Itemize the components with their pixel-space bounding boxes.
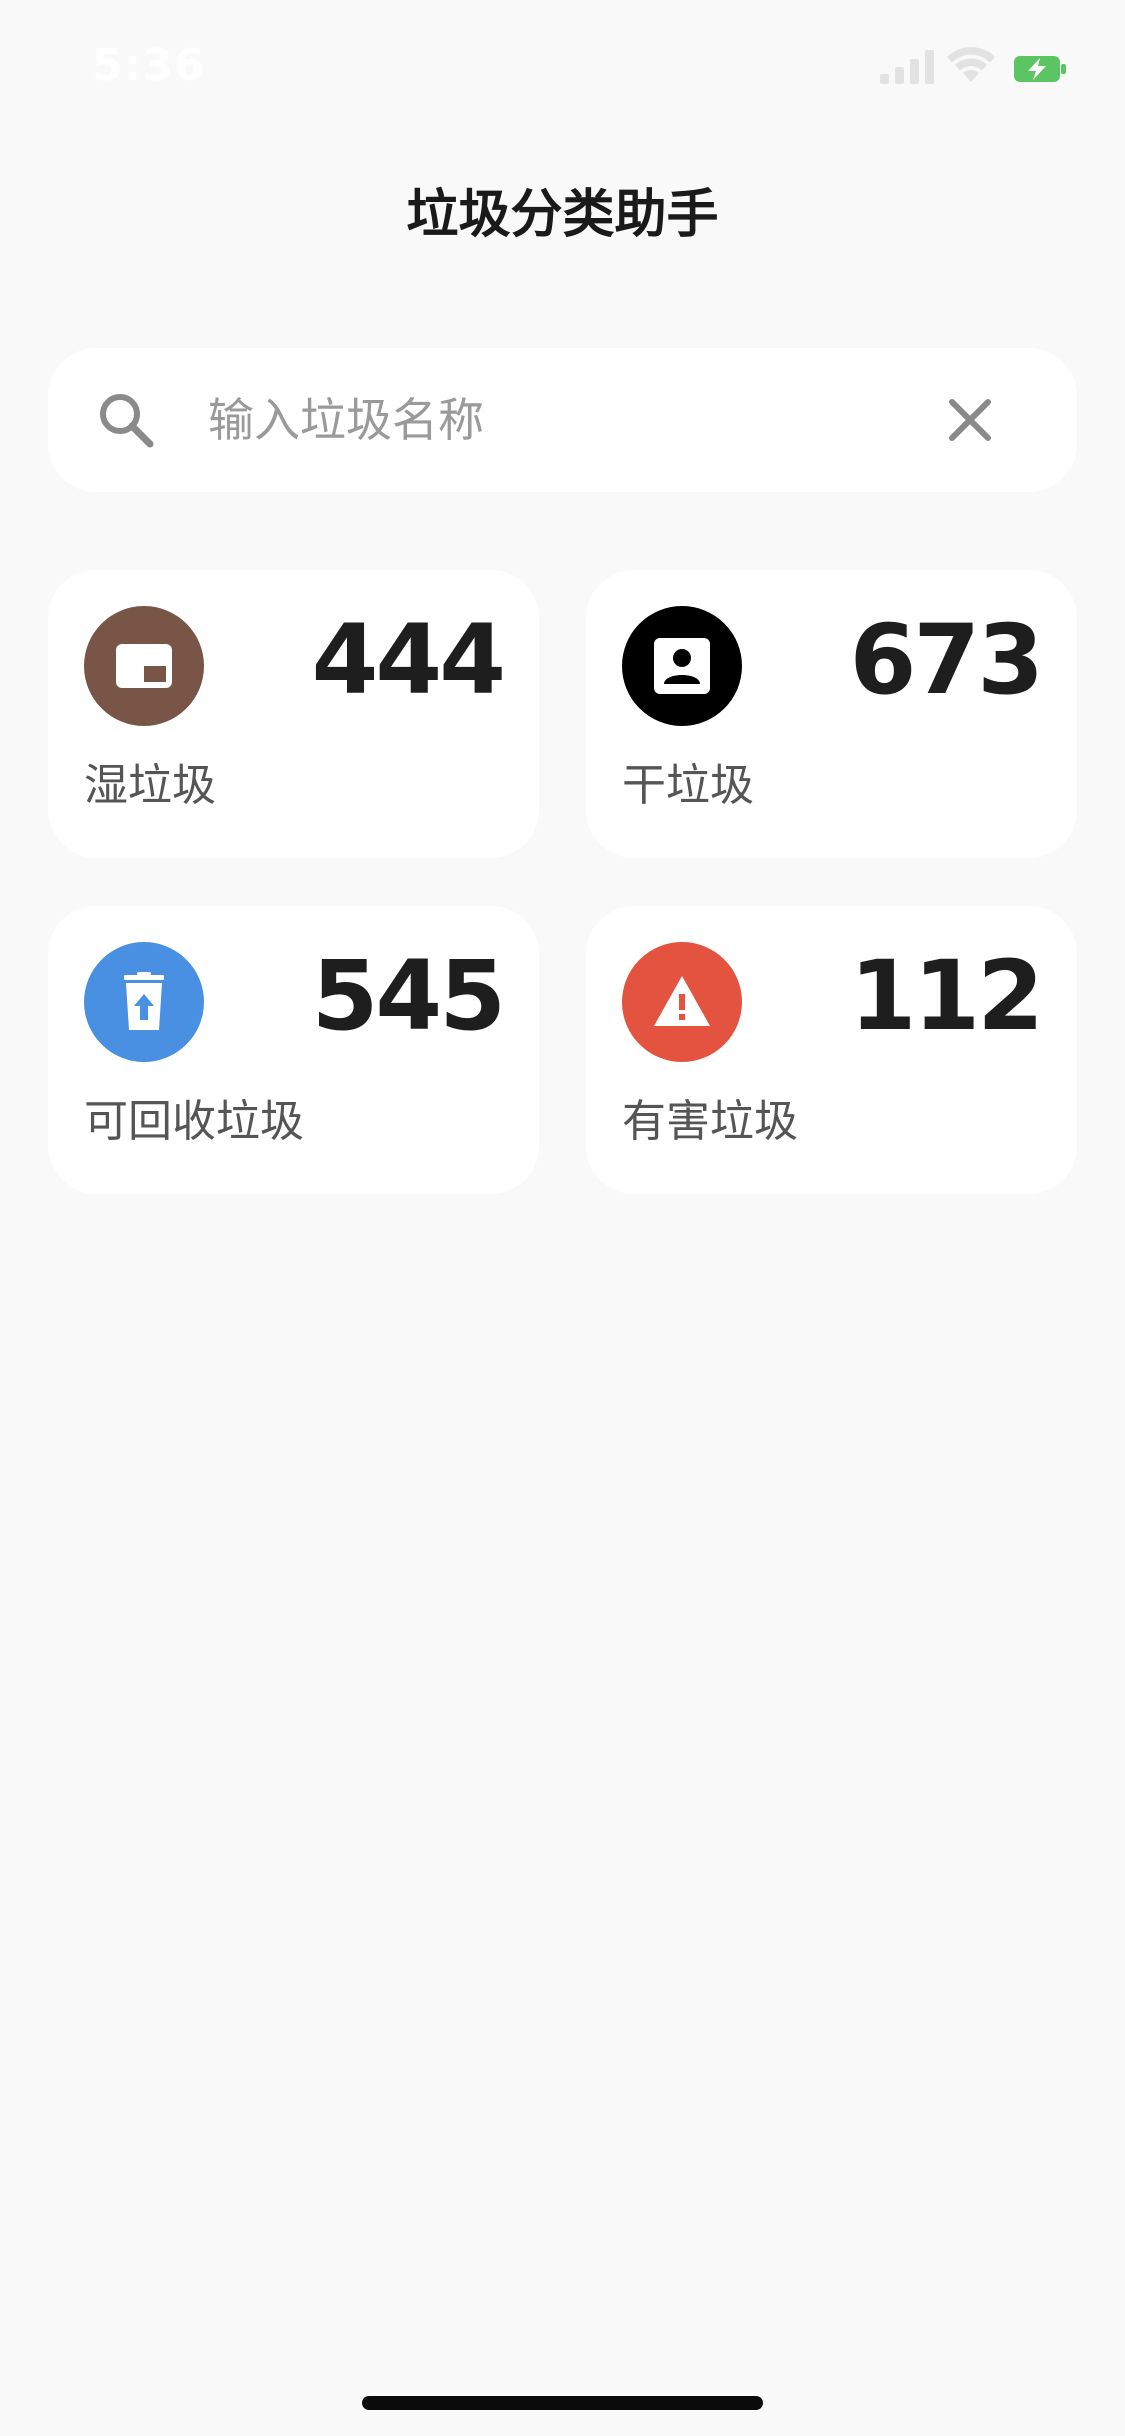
status-bar: 5:36: [0, 0, 1125, 132]
search-input[interactable]: [208, 382, 928, 458]
category-card-hazardous[interactable]: 112 有害垃圾: [586, 906, 1077, 1194]
search-bar[interactable]: [48, 348, 1077, 492]
category-count: 112: [849, 940, 1044, 1052]
category-label: 干垃圾: [622, 760, 754, 811]
app-screen: 5:36 垃圾分类助手 输入垃圾名称 444 湿垃圾 673 干垃圾 545 可…: [0, 0, 1125, 2436]
battery-charging-icon: [1014, 56, 1066, 82]
kitchen-waste-icon: [84, 606, 204, 726]
category-count: 545: [311, 940, 506, 1052]
page-title: 垃圾分类助手: [406, 185, 719, 245]
category-count: 673: [849, 604, 1044, 716]
search-icon: [100, 394, 154, 448]
category-card-dry[interactable]: 673 干垃圾: [586, 570, 1077, 858]
close-icon[interactable]: [938, 388, 1002, 452]
category-count: 444: [311, 604, 506, 716]
category-label: 湿垃圾: [84, 760, 216, 811]
residual-waste-icon: [622, 606, 742, 726]
warning-icon: [622, 942, 742, 1062]
home-indicator[interactable]: [362, 2396, 763, 2410]
category-card-wet[interactable]: 444 湿垃圾: [48, 570, 539, 858]
category-label: 可回收垃圾: [84, 1096, 304, 1147]
recycle-bin-icon: [84, 942, 204, 1062]
category-card-recyclable[interactable]: 545 可回收垃圾: [48, 906, 539, 1194]
wifi-icon: [947, 47, 995, 82]
status-time: 5:36: [92, 40, 206, 91]
cellular-signal-icon: [880, 50, 934, 84]
category-label: 有害垃圾: [622, 1096, 798, 1147]
